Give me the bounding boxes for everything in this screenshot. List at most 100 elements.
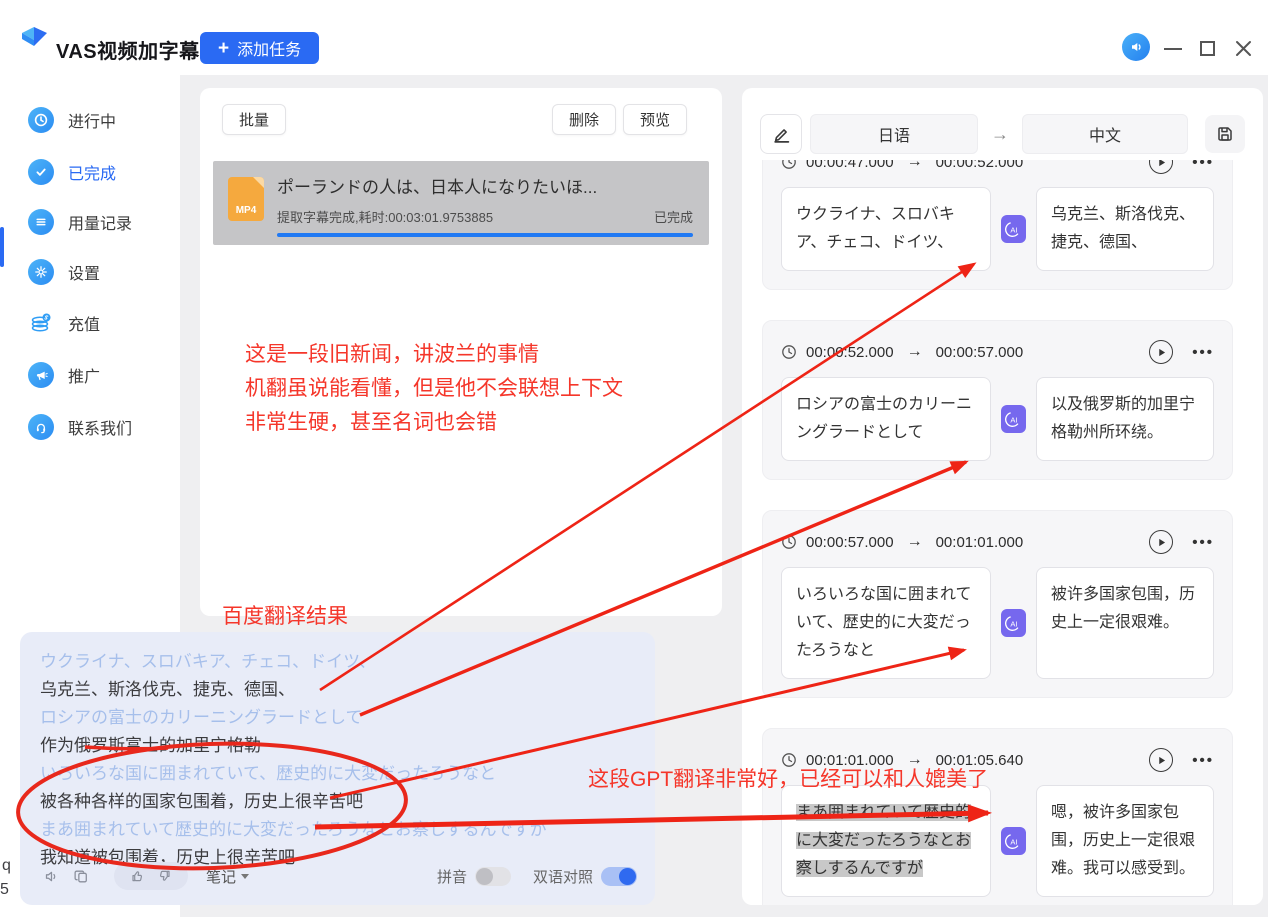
more-options-icon[interactable]: ••• [1192, 160, 1214, 171]
baidu-line-ja: ロシアの富士のカリーニングラードとして [40, 704, 635, 732]
ai-translate-button[interactable]: AI [1001, 609, 1026, 637]
bilingual-label: 双语对照 [533, 866, 593, 887]
annotation-note: 这是一段旧新闻，讲波兰的事情 机翻虽说能看懂，但是他不会联想上下文 非常生硬，甚… [245, 338, 623, 440]
source-text-box[interactable]: ウクライナ、スロバキア、チェコ、ドイツ、 [781, 187, 991, 271]
thumbs-down-icon[interactable] [156, 868, 172, 884]
start-time[interactable]: 00:00:47.000 [806, 160, 894, 171]
file-format-badge: MP4 [228, 205, 264, 216]
add-task-button[interactable]: + 添加任务 [200, 32, 319, 64]
start-time[interactable]: 00:00:57.000 [806, 534, 894, 551]
svg-text:AI: AI [1010, 619, 1017, 628]
sidebar-item-settings[interactable]: 设置 [0, 252, 180, 292]
baidu-result-annotation: 百度翻译结果 [222, 600, 348, 630]
annotation-line: 非常生硬，甚至名词也会错 [245, 406, 623, 440]
sidebar-item-contact[interactable]: 联系我们 [0, 407, 180, 447]
play-button[interactable] [1149, 160, 1173, 174]
task-row[interactable]: MP4 ポーランドの人は、日本人になりたいほ... 提取字幕完成,耗时:00:0… [213, 161, 709, 245]
target-text-box[interactable]: 乌克兰、斯洛伐克、捷克、德国、 [1036, 187, 1214, 271]
sidebar-item-completed[interactable]: 已完成 [0, 152, 180, 192]
baidu-line-ja: いろいろな国に囲まれていて、歴史的に大変だったろうなと [40, 760, 635, 788]
clock-icon [781, 534, 797, 550]
app-logo-icon [20, 24, 50, 54]
subtitle-entry[interactable]: 00:00:47.000 → 00:00:52.000 ••• ウクライナ、スロ… [762, 160, 1233, 290]
sidebar-item-promotion[interactable]: 推广 [0, 355, 180, 395]
batch-button[interactable]: 批量 [222, 104, 286, 135]
app-title: VAS视频加字幕 [56, 35, 200, 64]
maximize-button[interactable] [1200, 41, 1215, 56]
sidebar-item-usage[interactable]: 用量记录 [0, 202, 180, 242]
task-state-badge: 已完成 [654, 207, 693, 226]
play-button[interactable] [1149, 340, 1173, 364]
bilingual-toggle[interactable] [601, 867, 637, 886]
target-language-select[interactable]: 中文 [1022, 114, 1188, 154]
baidu-line-zh: 作为俄罗斯富士的加里宁格勒 [40, 732, 635, 760]
edge-text-fragment: 5 [0, 881, 9, 899]
ai-translate-button[interactable]: AI [1001, 215, 1026, 243]
source-text-box[interactable]: まあ囲まれていて歴史的に大変だったろうなとお察しするんですが [781, 785, 991, 897]
feedback-buttons [114, 862, 188, 890]
ai-translate-button[interactable]: AI [1001, 827, 1026, 855]
end-time[interactable]: 00:01:01.000 [936, 534, 1024, 551]
check-icon [28, 159, 54, 185]
coins-icon [28, 310, 54, 336]
subtitle-entry[interactable]: 00:00:52.000 → 00:00:57.000 ••• ロシアの富士のカ… [762, 320, 1233, 480]
play-button[interactable] [1149, 748, 1173, 772]
source-text-box[interactable]: いろいろな国に囲まれていて、歴史的に大変だったろうなと [781, 567, 991, 679]
task-title: ポーランドの人は、日本人になりたいほ... [277, 173, 693, 198]
subtitle-entry[interactable]: 00:01:01.000 → 00:01:05.640 ••• まあ囲まれていて… [762, 728, 1233, 905]
end-time[interactable]: 00:00:57.000 [936, 344, 1024, 361]
selected-text: まあ囲まれていて歴史的に大変だったろうなとお察しするんですが [796, 804, 971, 877]
headset-icon [28, 414, 54, 440]
subtitle-entry[interactable]: 00:00:57.000 → 00:01:01.000 ••• いろいろな国に囲… [762, 510, 1233, 698]
baidu-line-ja: ウクライナ、スロバキア、チェコ、ドイツ、 [40, 648, 635, 676]
delete-button[interactable]: 删除 [552, 104, 616, 135]
sidebar-item-label: 进行中 [68, 108, 116, 132]
speaker-icon[interactable] [36, 861, 66, 891]
sound-icon[interactable] [1122, 33, 1150, 61]
title-bar: VAS视频加字幕 + 添加任务 [0, 0, 1268, 75]
source-language-select[interactable]: 日语 [810, 114, 978, 154]
more-options-icon[interactable]: ••• [1192, 344, 1214, 361]
arrow-right-icon: → [907, 343, 923, 361]
sidebar-item-label: 用量记录 [68, 210, 132, 234]
more-options-icon[interactable]: ••• [1192, 534, 1214, 551]
copy-icon[interactable] [66, 861, 96, 891]
mp4-file-icon: MP4 [228, 177, 264, 221]
baidu-line-ja: まあ囲まれていて歴史的に大変だったろうなとお察しするんですが [40, 816, 635, 844]
arrow-right-icon: → [978, 124, 1022, 145]
baidu-line-zh: 被各种各样的国家包围着，历史上很辛苦吧 [40, 788, 635, 816]
end-time[interactable]: 00:00:52.000 [936, 160, 1024, 171]
more-options-icon[interactable]: ••• [1192, 752, 1214, 769]
target-text-box[interactable]: 被许多国家包围，历史上一定很艰难。 [1036, 567, 1214, 679]
play-button[interactable] [1149, 530, 1173, 554]
annotation-line: 这是一段旧新闻，讲波兰的事情 [245, 338, 623, 372]
sidebar-item-label: 推广 [68, 363, 100, 387]
target-text-box[interactable]: 以及俄罗斯的加里宁格勒州所环绕。 [1036, 377, 1214, 461]
sidebar-item-in-progress[interactable]: 进行中 [0, 100, 180, 140]
svg-text:AI: AI [1010, 415, 1017, 424]
edge-text-fragment: q [2, 857, 11, 875]
baidu-translate-panel: ウクライナ、スロバキア、チェコ、ドイツ、 乌克兰、斯洛伐克、捷克、德国、 ロシア… [20, 632, 655, 905]
start-time[interactable]: 00:00:52.000 [806, 344, 894, 361]
pinyin-label: 拼音 [437, 866, 467, 887]
target-text-box[interactable]: 嗯，被许多国家包围，历史上一定很艰难。我可以感受到。 [1036, 785, 1214, 897]
language-header: 日语 → 中文 [760, 114, 1245, 154]
close-button[interactable] [1234, 39, 1253, 58]
clock-icon [28, 107, 54, 133]
chevron-down-icon [241, 874, 249, 879]
sidebar-item-label: 联系我们 [68, 415, 132, 439]
minimize-button[interactable] [1164, 48, 1182, 50]
baidu-toolbar: 笔记 拼音 双语对照 [36, 861, 637, 891]
gpt-quality-annotation: 这段GPT翻译非常好，已经可以和人媲美了 [588, 763, 988, 793]
source-text-box[interactable]: ロシアの富士のカリーニングラードとして [781, 377, 991, 461]
note-dropdown[interactable]: 笔记 [206, 866, 249, 887]
ai-translate-button[interactable]: AI [1001, 405, 1026, 433]
preview-button[interactable]: 预览 [623, 104, 687, 135]
thumbs-up-icon[interactable] [130, 868, 146, 884]
pinyin-toggle[interactable] [475, 867, 511, 886]
task-status-text: 提取字幕完成,耗时:00:03:01.9753885 [277, 207, 493, 226]
save-icon[interactable] [1205, 115, 1245, 153]
edit-pencil-icon[interactable] [760, 114, 802, 154]
sidebar-item-recharge[interactable]: 充值 [0, 303, 180, 343]
clock-icon [781, 160, 797, 170]
